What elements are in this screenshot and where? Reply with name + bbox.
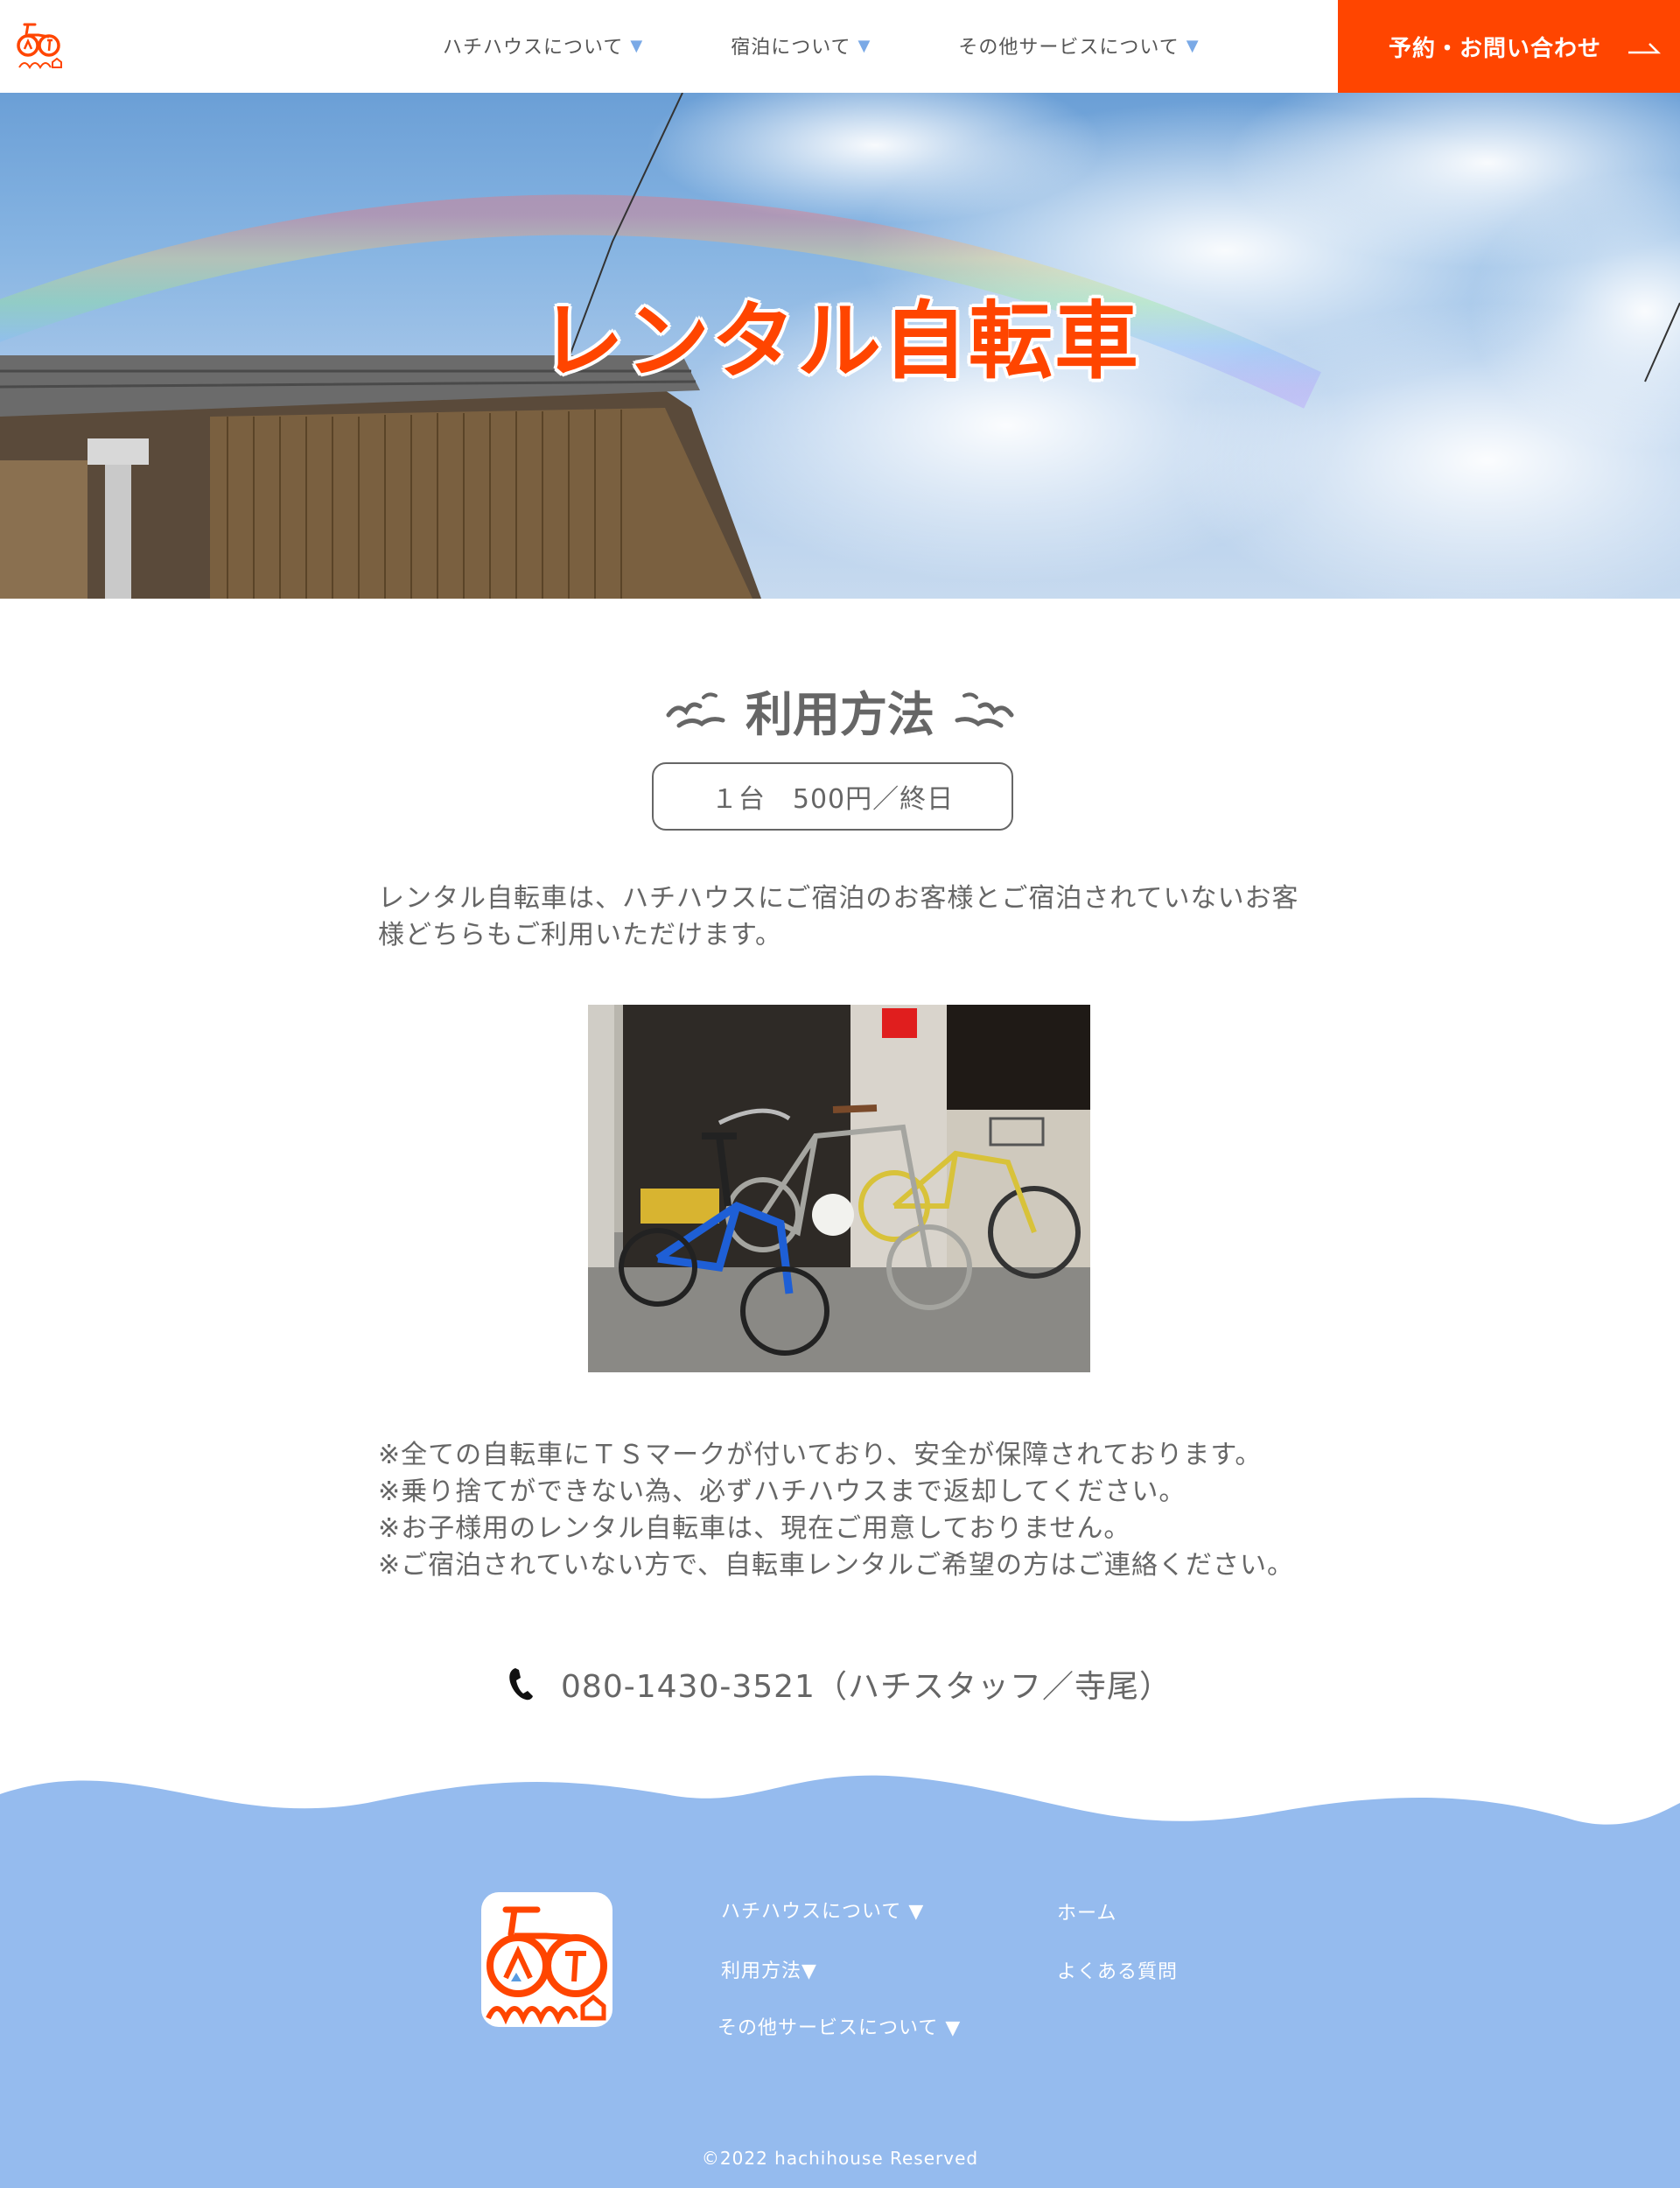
bicycle-logo-icon[interactable] (16, 18, 63, 72)
notes-list: ※全ての自転車にＴＳマークが付いており、安全が保障されております。 ※乗り捨てが… (378, 1437, 1340, 1584)
reservation-contact-button[interactable]: 予約・お問い合わせ (1338, 0, 1680, 93)
copyright: ©2022 hachihouse Reserved (701, 2148, 979, 2169)
arrow-right-icon (1628, 43, 1662, 54)
nav-item-stay[interactable]: 宿泊について ▼ (731, 32, 871, 60)
chevron-down-icon: ▼ (1186, 36, 1200, 55)
footer-link-faq[interactable]: よくある質問 (1057, 1956, 1178, 1984)
intro-text: レンタル自転車は、ハチハウスにご宿泊のお客様とご宿泊されていないお客様どちらもご… (378, 883, 1299, 950)
bird-icon (666, 691, 725, 727)
note-item: ※ご宿泊されていない方で、自転車レンタルご希望の方はご連絡ください。 (378, 1550, 1295, 1581)
phone-contact[interactable]: 080-1430-3521（ハチスタッフ／寺尾） (0, 1661, 1680, 1707)
nav-item-label: 宿泊について (731, 37, 851, 59)
nav-item-label: ハチハウスについて (443, 37, 624, 59)
footer-link-home[interactable]: ホーム (1057, 1897, 1116, 1925)
main-nav: ハチハウスについて ▼ 宿泊について ▼ その他サービスについて ▼ (443, 32, 1200, 60)
bird-icon (955, 691, 1014, 727)
site-header: ハチハウスについて ▼ 宿泊について ▼ その他サービスについて ▼ 予約・お問… (0, 0, 1680, 93)
chevron-down-icon: ▼ (630, 36, 644, 55)
footer-link-about[interactable]: ハチハウスについて ▼ (721, 1896, 924, 1924)
note-item: ※全ての自転車にＴＳマークが付いており、安全が保障されております。 (378, 1440, 1263, 1470)
cta-label: 予約・お問い合わせ (1389, 35, 1602, 62)
nav-item-about[interactable]: ハチハウスについて ▼ (443, 32, 643, 60)
usage-title: 利用方法 (746, 687, 934, 742)
page-title: レンタル自転車 (540, 292, 1140, 390)
bicycle-logo-icon[interactable] (480, 1890, 614, 2029)
hero-banner: レンタル自転車 (0, 93, 1680, 599)
price-badge: １台 500円／終日 (652, 762, 1013, 831)
usage-heading: 利用方法 (0, 676, 1680, 745)
phone-icon (509, 1668, 534, 1701)
note-item: ※乗り捨てができない為、必ずハチハウスまで返却してください。 (378, 1476, 1186, 1507)
rental-bicycles-photo (588, 1005, 1090, 1372)
nav-item-label: その他サービスについて (958, 37, 1180, 59)
site-footer (0, 1829, 1680, 2188)
phone-number: 080-1430-3521（ハチスタッフ／寺尾） (561, 1669, 1172, 1705)
nav-item-other-services[interactable]: その他サービスについて ▼ (958, 32, 1199, 60)
footer-link-other-services[interactable]: その他サービスについて ▼ (718, 2012, 961, 2040)
chevron-down-icon: ▼ (858, 36, 872, 55)
note-item: ※お子様用のレンタル自転車は、現在ご用意しておりません。 (378, 1513, 1131, 1544)
footer-link-usage[interactable]: 利用方法▼ (721, 1955, 817, 1983)
